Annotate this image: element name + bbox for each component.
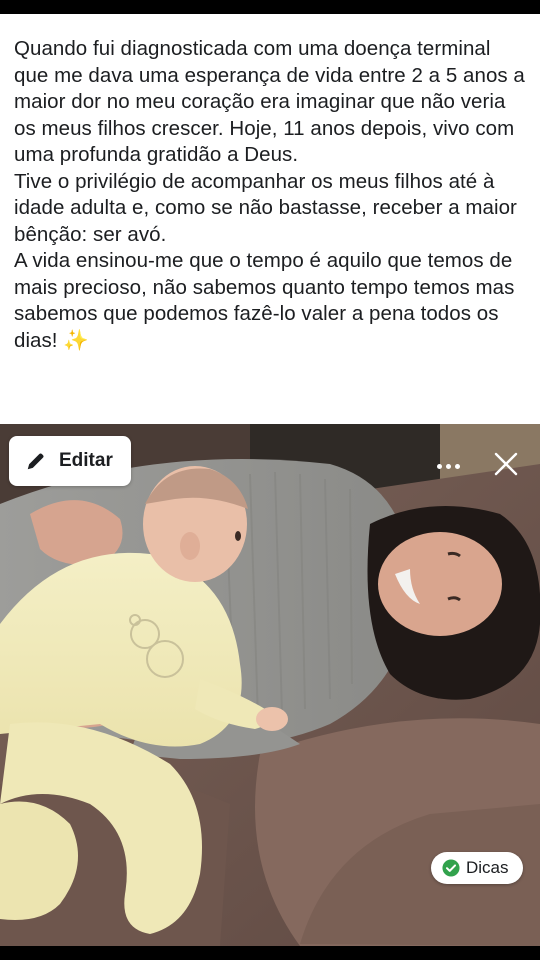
post-caption: Quando fui diagnosticada com uma doença …	[14, 36, 530, 354]
more-options-icon	[436, 463, 442, 469]
post-paragraph-3: A vida ensinou-me que o tempo é aquilo q…	[14, 248, 530, 354]
edit-button[interactable]: Editar	[9, 436, 131, 486]
story-editor-screen: Quando fui diagnosticada com uma doença …	[0, 0, 540, 960]
pencil-icon	[27, 453, 44, 470]
tips-button-label: Dicas	[466, 858, 509, 877]
more-options-icon-dot	[454, 463, 460, 469]
check-circle-icon	[442, 859, 460, 877]
status-bar	[0, 0, 540, 14]
post-paragraph-1: Quando fui diagnosticada com uma doença …	[14, 37, 525, 166]
edit-button-label: Editar	[59, 450, 113, 471]
more-options-icon-dot	[445, 463, 451, 469]
post-paragraph-3-text: A vida ensinou-me que o tempo é aquilo q…	[14, 249, 515, 352]
sparkles-emoji: ✨	[63, 328, 89, 352]
close-icon[interactable]	[490, 448, 522, 480]
more-options-button[interactable]	[428, 448, 468, 484]
navigation-bar	[0, 946, 540, 960]
tips-button[interactable]: Dicas	[431, 852, 523, 884]
post-paragraph-2: Tive o privilégio de acompanhar os meus …	[14, 169, 517, 246]
